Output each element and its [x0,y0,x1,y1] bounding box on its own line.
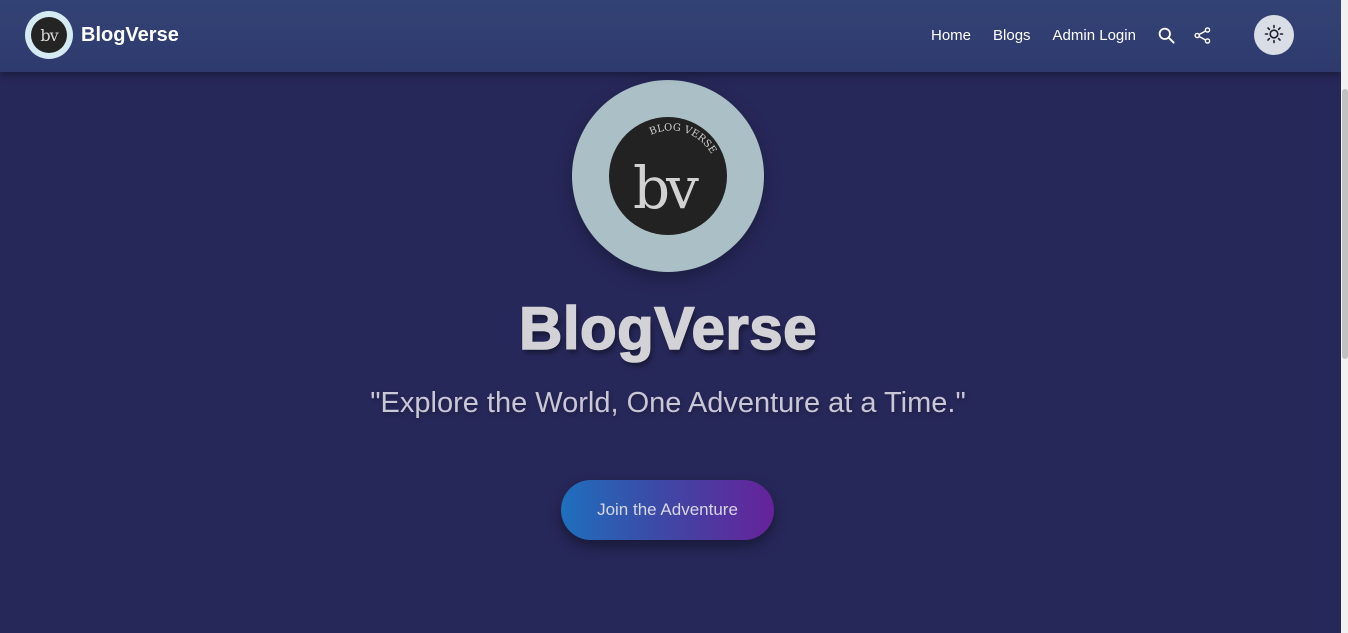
hero-logo-arc-text: BLOG VERSE [648,122,718,156]
sun-icon [1264,24,1284,47]
nav-link-admin-login[interactable]: Admin Login [1053,27,1136,44]
brand-name: BlogVerse [81,23,179,46]
nav-link-blogs[interactable]: Blogs [993,27,1031,44]
hero-title: BlogVerse [518,294,817,363]
hero-logo-letters: bv [633,154,699,222]
brand-link[interactable]: bv BlogVerse [25,11,179,59]
hero-logo: BLOG VERSE bv [572,80,764,272]
page: bv BlogVerse Home Blogs Admin Login BLOG… [0,0,1341,633]
brand-logo-mark: bv [31,17,67,53]
scrollbar-thumb[interactable] [1342,89,1348,359]
hero-logo-mark: BLOG VERSE bv [609,117,727,235]
nav-link-home[interactable]: Home [931,27,971,44]
hero-tagline: "Explore the World, One Adventure at a T… [370,387,966,419]
brand-logo: bv [25,11,73,59]
scrollbar[interactable] [1341,0,1348,633]
search-icon[interactable] [1157,25,1177,45]
nav-links: Home Blogs Admin Login [920,0,1219,70]
join-adventure-button[interactable]: Join the Adventure [561,480,774,540]
theme-toggle-button[interactable] [1254,15,1294,55]
share-icon[interactable] [1193,25,1213,45]
navbar: bv BlogVerse Home Blogs Admin Login [0,0,1341,72]
